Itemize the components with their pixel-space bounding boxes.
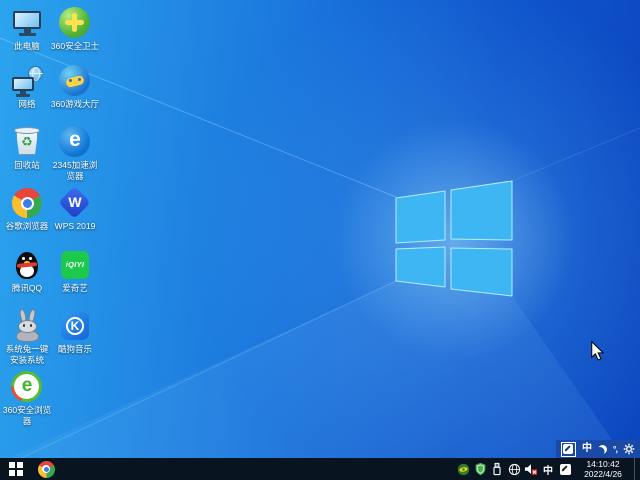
ime-chinese-mode-icon[interactable]: 中 — [582, 444, 592, 454]
wps-icon: W — [58, 186, 92, 220]
desktop-icon-label: 腾讯QQ — [12, 283, 42, 294]
security-shield-tray-icon[interactable] — [473, 461, 487, 477]
recycle-bin-icon: ♻ — [10, 125, 44, 159]
desktop-icon-chrome[interactable]: 谷歌浏览器 — [2, 186, 52, 232]
desktop-icon-label: 网络 — [18, 99, 35, 110]
desktop-icon-label: 360游戏大厅 — [51, 99, 99, 110]
show-desktop-button[interactable] — [634, 458, 638, 480]
360-safety-guard-icon — [58, 6, 92, 40]
desktop-icon-label: 谷歌浏览器 — [6, 221, 49, 232]
usb-device-tray-icon[interactable] — [490, 461, 504, 477]
desktop-icon-360-game-hall[interactable]: 360游戏大厅 — [50, 64, 100, 110]
clock-time: 14:10:42 — [579, 459, 627, 469]
2345-browser-icon: e — [58, 125, 92, 159]
iqiyi-icon: iQIYI — [58, 248, 92, 282]
desktop-icon-label: 360安全卫士 — [51, 41, 99, 52]
network-icon — [10, 64, 44, 98]
desktop-icon-2345-browser[interactable]: e 2345加速浏览器 — [50, 125, 100, 181]
half-width-moon-icon[interactable] — [598, 445, 607, 454]
ime-edit-icon[interactable] — [561, 442, 576, 457]
desktop-icon-label: 酷狗音乐 — [58, 344, 92, 355]
ime-language-bar: 中 °, — [556, 440, 640, 458]
clock-date: 2022/4/26 — [579, 469, 627, 479]
kugou-icon: K — [58, 309, 92, 343]
360-tray-icon[interactable] — [456, 461, 470, 477]
desktop-icon-360-browser[interactable]: e 360安全浏览器 — [2, 370, 52, 426]
desktop-icon-360-safety-guard[interactable]: 360安全卫士 — [50, 6, 100, 52]
volume-muted-tray-icon[interactable] — [524, 461, 538, 477]
desktop-icon-label: 回收站 — [14, 160, 40, 171]
mouse-cursor — [591, 341, 605, 361]
desktop-icon-label: WPS 2019 — [55, 221, 96, 232]
360-browser-icon: e — [10, 370, 44, 404]
desktop-icon-label: 此电脑 — [14, 41, 40, 52]
taskbar-clock[interactable]: 14:10:42 2022/4/26 — [575, 459, 631, 479]
desktop-icon-this-pc[interactable]: 此电脑 — [2, 6, 52, 52]
chrome-icon — [37, 460, 56, 479]
desktop-icon-qq[interactable]: 腾讯QQ — [2, 248, 52, 294]
desktop-icon-label: 2345加速浏览器 — [50, 160, 100, 181]
desktop-icon-iqiyi[interactable]: iQIYI 爱奇艺 — [50, 248, 100, 294]
qq-penguin-icon — [10, 248, 44, 282]
taskbar-chrome-button[interactable] — [32, 458, 60, 480]
360-game-hall-icon — [58, 64, 92, 98]
ime-settings-gear-icon[interactable] — [623, 443, 635, 455]
desktop-icon-wps[interactable]: W WPS 2019 — [50, 186, 100, 232]
desktop-icon-kugou[interactable]: K 酷狗音乐 — [50, 309, 100, 355]
system-tray: 中 14:10:42 2022/4/26 — [456, 458, 640, 480]
this-pc-icon — [10, 6, 44, 40]
windows-logo — [396, 181, 512, 296]
network-globe-tray-icon[interactable] — [507, 461, 521, 477]
windows-start-icon — [9, 462, 23, 476]
ime-edit-tray-icon[interactable] — [558, 461, 572, 477]
ime-chinese-tray-icon[interactable]: 中 — [541, 461, 555, 477]
punctuation-mode-icon[interactable]: °, — [613, 445, 617, 454]
desktop-icon-label: 360安全浏览器 — [2, 405, 52, 426]
rabbit-icon — [10, 309, 44, 343]
desktop-icon-label: 系统兔一键安装系统 — [2, 344, 52, 365]
chrome-icon — [10, 186, 44, 220]
desktop-icon-network[interactable]: 网络 — [2, 64, 52, 110]
desktop-icon-recycle-bin[interactable]: ♻ 回收站 — [2, 125, 52, 171]
taskbar: 中 14:10:42 2022/4/26 — [0, 458, 640, 480]
start-button[interactable] — [0, 458, 32, 480]
desktop-icon-label: 爱奇艺 — [62, 283, 88, 294]
desktop: 此电脑 网络 ♻ 回收站 谷歌浏览器 腾讯QQ 系统兔一键安装系统 e 360安… — [0, 0, 640, 480]
desktop-icon-system-rabbit[interactable]: 系统兔一键安装系统 — [2, 309, 52, 365]
